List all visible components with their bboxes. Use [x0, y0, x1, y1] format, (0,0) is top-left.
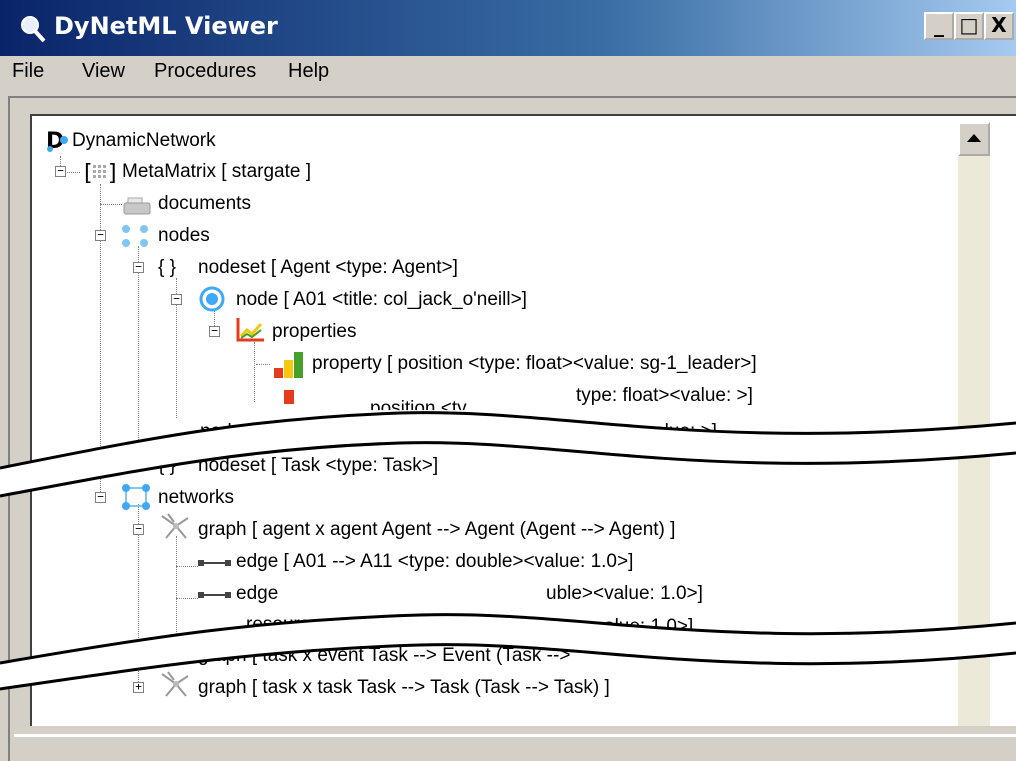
menu-bar: File View Procedures Help	[0, 56, 1016, 90]
tree-node-edge-partial[interactable]: edge	[236, 583, 278, 605]
application-window: DyNetML Viewer _ □ X File View Procedure…	[0, 0, 1016, 761]
menu-help[interactable]: Help	[288, 60, 329, 83]
close-button[interactable]: X	[984, 12, 1014, 40]
nodes-icon	[122, 225, 148, 247]
tree-node-property-fragment[interactable]: type: float><value: >]	[576, 385, 753, 407]
arrow-up-icon	[967, 134, 981, 142]
tree-node-networks[interactable]: networks	[158, 487, 234, 509]
tree-node-properties[interactable]: properties	[272, 321, 357, 343]
property-bars-icon	[274, 352, 303, 378]
vertical-scrollbar[interactable]	[958, 122, 990, 726]
graph-icon	[161, 641, 189, 665]
scroll-up-button[interactable]	[958, 122, 990, 156]
networks-icon	[122, 484, 150, 510]
collapse-toggle[interactable]: −	[95, 491, 106, 503]
svg-text:]: ]	[108, 161, 116, 184]
graph-icon	[161, 513, 189, 539]
minimize-button[interactable]: _	[924, 12, 954, 40]
tree-node-fragment: uble><value: 1.0>]	[546, 583, 703, 604]
node-icon	[199, 286, 225, 312]
documents-icon	[123, 197, 151, 215]
tree-node-nodeset-resource[interactable]: nodeset [ Resource <type: Resource>	[200, 421, 520, 443]
tree-connector	[100, 204, 122, 205]
maximize-button[interactable]: □	[954, 12, 984, 40]
edge-icon	[198, 560, 231, 566]
title-bar[interactable]: DyNetML Viewer _ □ X	[0, 0, 1016, 56]
svg-text:[: [	[84, 161, 93, 184]
tree-node-documents[interactable]: documents	[158, 193, 251, 215]
tree-node-dynamic-network[interactable]: DynamicNetwork	[72, 130, 216, 152]
expand-toggle[interactable]: +	[133, 459, 144, 471]
menu-file[interactable]: File	[12, 60, 44, 83]
tree-node-nodeset-task[interactable]: nodeset [ Task <type: Task>]	[198, 455, 438, 477]
tree-node-fragment: oat><value: >]	[596, 421, 717, 442]
frame-bottom-edge	[14, 734, 1016, 737]
collapse-toggle[interactable]: −	[171, 293, 182, 305]
tree-node-graph-agent[interactable]: graph [ agent x agent Agent --> Agent (A…	[198, 519, 675, 541]
menu-view[interactable]: View	[82, 60, 125, 83]
collapse-toggle[interactable]: −	[209, 325, 220, 337]
nodeset-icon: { }	[158, 455, 176, 476]
property-bars-icon	[284, 390, 294, 404]
tree-node-metamatrix[interactable]: MetaMatrix [ stargate ]	[122, 161, 311, 183]
tree-node-graph-resource[interactable]: resource x task Resource -->	[246, 614, 490, 636]
tree-connector	[176, 566, 198, 567]
nodeset-icon: { }	[158, 257, 176, 278]
graph-icon	[161, 671, 189, 697]
tree-node-fragment: alue: 1.0>]	[604, 616, 694, 637]
tree-node-edge-a01-a11[interactable]: edge [ A01 --> A11 <type: double><value:…	[236, 551, 633, 573]
edge-icon	[198, 592, 231, 598]
tree-node-nodes[interactable]: nodes	[158, 225, 210, 247]
collapse-toggle[interactable]: −	[133, 261, 144, 273]
properties-chart-icon	[236, 318, 264, 342]
collapse-toggle[interactable]: −	[95, 229, 106, 241]
tree-connector	[254, 342, 255, 402]
tree-node-graph-task-task[interactable]: graph [ task x task Task --> Task (Task …	[198, 677, 610, 699]
collapse-toggle[interactable]: −	[55, 165, 66, 177]
expand-toggle[interactable]: +	[133, 681, 144, 693]
tree-connector	[176, 536, 177, 646]
metamatrix-icon: [ ]	[84, 161, 116, 184]
tree-connector	[256, 364, 270, 365]
tree-node-nodeset-agent[interactable]: nodeset [ Agent <type: Agent>]	[198, 257, 458, 279]
tree-connector	[138, 246, 139, 466]
tree-node-property-position[interactable]: property [ position <type: float><value:…	[312, 353, 757, 375]
magnifier-icon	[21, 16, 46, 43]
tree-connector	[176, 598, 198, 599]
tree-node-graph-task-event[interactable]: graph [ task x event Task --> Event (Tas…	[198, 645, 570, 667]
tree-node-a01[interactable]: node [ A01 <title: col_jack_o'neill>]	[236, 289, 527, 311]
window-title: DyNetML Viewer	[54, 12, 278, 40]
collapse-toggle[interactable]: −	[133, 523, 144, 535]
dynamic-network-icon: D	[46, 129, 68, 152]
menu-procedures[interactable]: Procedures	[154, 60, 256, 83]
